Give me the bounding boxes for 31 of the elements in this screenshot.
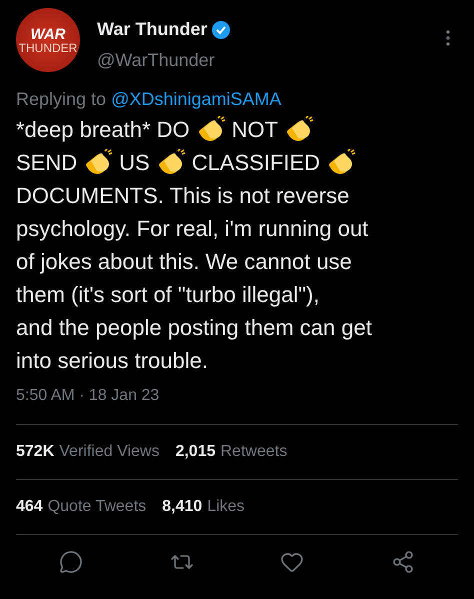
tweet-text: SEND — [16, 149, 78, 177]
avatar[interactable]: WAR THUNDER — [16, 8, 80, 72]
tweet-text: into serious trouble. — [16, 347, 208, 375]
clapping-hands-icon — [83, 148, 114, 176]
stat-count[interactable]: 2,015 — [175, 440, 216, 464]
stat-count[interactable]: 464 — [16, 495, 43, 519]
author-handle[interactable]: @WarThunder — [97, 47, 232, 74]
clapping-hands-icon — [326, 148, 356, 176]
stat-count[interactable]: 572K — [16, 440, 54, 464]
stat-label[interactable]: Likes — [207, 495, 245, 519]
logo-text: WAR — [30, 26, 66, 42]
tweet-text: DOCUMENTS. This is not reverse — [16, 182, 350, 210]
stat-count[interactable]: 8,410 — [162, 495, 202, 519]
tweet-text: CLASSIFIED — [192, 149, 320, 177]
replying-to-label: Replying to — [16, 88, 106, 111]
author-name[interactable]: War Thunder — [97, 16, 208, 43]
tweet-text: psychology. For real, i'm running out — [16, 215, 368, 243]
stat-label[interactable]: Verified Views — [59, 440, 160, 464]
tweet-text: them (it's sort of "turbo illegal"), — [16, 281, 320, 309]
clapping-hands-icon — [284, 116, 314, 144]
tweet-text: of jokes about this. We cannot use — [16, 248, 352, 276]
stat-label[interactable]: Retweets — [220, 440, 288, 464]
logo-text: THUNDER — [18, 42, 78, 54]
tweet-text: and the people posting them can get — [16, 314, 372, 342]
tweet-text: US — [119, 149, 150, 177]
stat-label[interactable]: Quote Tweets — [48, 495, 146, 519]
timestamp[interactable]: 5:50 AM · 18 Jan 23 — [16, 384, 458, 408]
more-options-icon[interactable] — [446, 30, 450, 46]
tweet-text: *deep breath* DO — [16, 116, 190, 144]
mention-link[interactable]: @XDshinigamiSAMA — [111, 86, 282, 113]
tweet-text: NOT — [232, 116, 278, 144]
